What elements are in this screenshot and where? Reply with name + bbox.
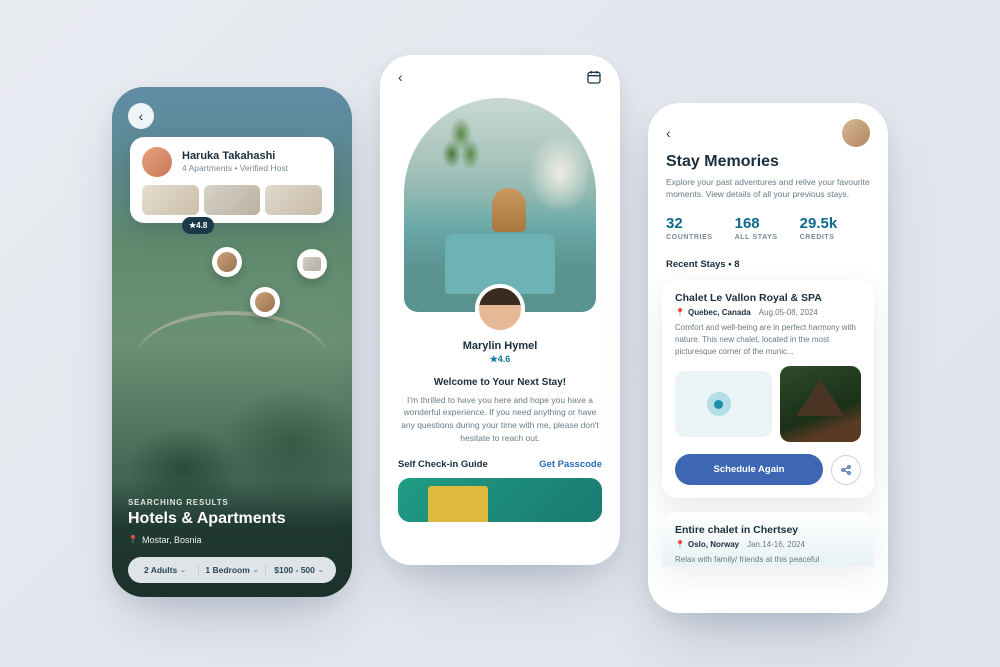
host-avatar[interactable] [475, 284, 525, 334]
stat-all-stays: 168 ALL STAYS [735, 215, 778, 241]
back-button[interactable]: ‹ [128, 103, 154, 129]
stay-card[interactable]: Entire chalet in Chertsey 📍 Oslo, Norway… [662, 512, 874, 566]
thumbnail[interactable] [265, 185, 322, 215]
welcome-heading: Welcome to Your Next Stay! [380, 377, 620, 388]
filter-rooms[interactable]: 1 Bedroom⌄ [199, 565, 266, 575]
host-meta: 4 Apartments • Verified Host [182, 163, 288, 173]
stay-photo[interactable] [780, 366, 861, 442]
map-pin-building[interactable] [297, 249, 327, 279]
plant-graphic [438, 110, 484, 190]
host-name: Haruka Takahashi [182, 150, 288, 162]
stay-card[interactable]: Chalet Le Vallon Royal & SPA 📍 Quebec, C… [662, 280, 874, 498]
phone-host-welcome: ‹ Marylin Hymel ★4.6 Welcome to Your Nex… [380, 55, 620, 565]
stay-location: 📍 Oslo, Norway [675, 540, 739, 549]
chevron-down-icon: ⌄ [253, 566, 259, 574]
stay-location: 📍 Quebec, Canada [675, 308, 751, 317]
location-pin-icon: 📍 [675, 540, 685, 549]
stay-description: Comfort and well-being are in perfect ha… [675, 322, 861, 358]
location-pin-icon: 📍 [675, 308, 685, 317]
back-button[interactable]: ‹ [666, 125, 671, 141]
checkin-guide-card[interactable] [398, 478, 602, 522]
thumbnail[interactable] [142, 185, 199, 215]
stay-dates: Jan.14-16, 2024 [747, 540, 805, 549]
host-avatar [142, 147, 172, 177]
search-summary: SEARCHING RESULTS Hotels & Apartments 📍 … [112, 480, 352, 597]
listing-hero-image [404, 98, 596, 312]
host-card[interactable]: Haruka Takahashi 4 Apartments • Verified… [130, 137, 334, 223]
stay-dates: Aug.05-08, 2024 [759, 308, 818, 317]
get-passcode-link[interactable]: Get Passcode [539, 459, 602, 470]
user-avatar[interactable] [842, 119, 870, 147]
listing-thumbnails[interactable] [142, 185, 322, 215]
stay-title: Chalet Le Vallon Royal & SPA [675, 292, 861, 304]
location-text: Mostar, Bosnia [142, 535, 202, 545]
stat-credits: 29.5k CREDITS [800, 215, 838, 241]
welcome-text: I'm thrilled to have you here and hope y… [380, 388, 620, 445]
recent-stays-heading: Recent Stays • 8 [648, 251, 888, 276]
host-name: Marylin Hymel [380, 340, 620, 352]
page-subtitle: Explore your past adventures and relive … [648, 171, 888, 202]
map-pin-avatar[interactable] [212, 247, 242, 277]
page-title: Stay Memories [648, 153, 888, 171]
share-button[interactable] [831, 455, 861, 485]
stay-map[interactable] [675, 371, 772, 437]
host-rating: ★4.6 [380, 354, 620, 365]
map-pin-avatar[interactable] [250, 287, 280, 317]
phone-search-results: ‹ Haruka Takahashi 4 Apartments • Verifi… [112, 87, 352, 597]
rating-badge: ★4.8 [182, 217, 214, 234]
thumbnail[interactable] [204, 185, 261, 215]
results-kicker: SEARCHING RESULTS [128, 498, 336, 507]
chevron-down-icon: ⌄ [318, 566, 324, 574]
phone-stay-memories: ‹ Stay Memories Explore your past advent… [648, 103, 888, 613]
bridge-graphic [136, 311, 328, 361]
calendar-icon[interactable] [586, 69, 602, 88]
back-button[interactable]: ‹ [398, 69, 403, 88]
results-location: 📍 Mostar, Bosnia [128, 535, 336, 545]
stay-title: Entire chalet in Chertsey [675, 524, 861, 536]
stats-row: 32 COUNTRIES 168 ALL STAYS 29.5k CREDITS [648, 201, 888, 251]
schedule-again-button[interactable]: Schedule Again [675, 454, 823, 485]
location-pin-icon: 📍 [128, 535, 138, 544]
map-pin-icon [707, 392, 731, 416]
filter-guests[interactable]: 2 Adults⌄ [132, 565, 199, 575]
stat-countries: 32 COUNTRIES [666, 215, 713, 241]
chevron-down-icon: ⌄ [180, 566, 186, 574]
results-title: Hotels & Apartments [128, 510, 336, 528]
stay-description: Relax with family/ friends at this peace… [675, 554, 861, 566]
sofa-graphic [518, 128, 588, 218]
checkin-guide-label: Self Check-in Guide [398, 459, 488, 470]
filter-price[interactable]: $100 - 500⌄ [266, 565, 332, 575]
filter-bar: 2 Adults⌄ 1 Bedroom⌄ $100 - 500⌄ [128, 557, 336, 583]
